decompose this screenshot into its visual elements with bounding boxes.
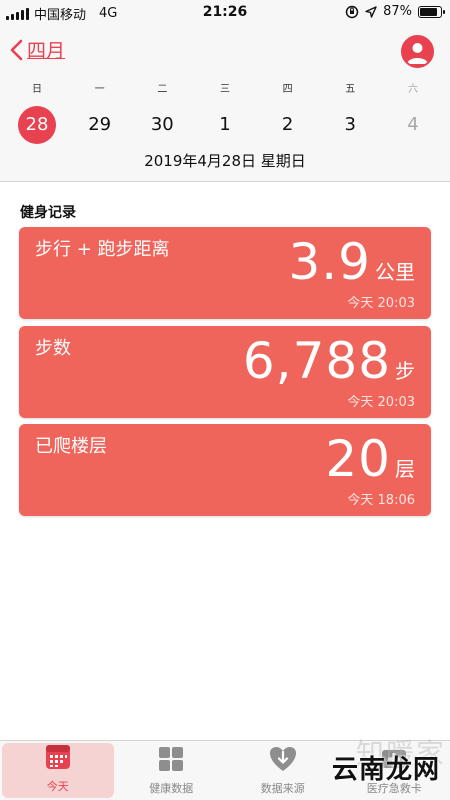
card-value: 6,788 步: [243, 332, 415, 390]
profile-icon: [407, 43, 428, 64]
date-cell[interactable]: 29: [69, 106, 131, 144]
tab-label: 数据来源: [260, 782, 305, 795]
battery-percent: 87%: [383, 4, 412, 19]
date-number: 29: [88, 114, 112, 135]
tab-health-data[interactable]: 健康数据: [116, 741, 228, 800]
download-heart-icon: [268, 744, 298, 774]
tab-label: 今天: [46, 780, 69, 793]
calendar-icon: [43, 742, 73, 772]
card-timestamp: 今天 18:06: [347, 493, 415, 508]
card-value-number: 20: [325, 430, 391, 488]
card-title: 步行 + 跑步距离: [35, 239, 170, 260]
date-number: 3: [344, 114, 356, 135]
calendar-header: 四月 日 一 二 三 四 五 六 28 29 30 1 2 3 4 2019年4…: [0, 26, 450, 182]
card-title: 步数: [35, 338, 71, 359]
full-date-label: 2019年4月28日 星期日: [144, 152, 306, 170]
card-value-unit: 公里: [375, 260, 415, 284]
distance-card[interactable]: 步行 + 跑步距离 3.9 公里 今天 20:03: [19, 227, 431, 319]
card-value: 20 层: [325, 430, 415, 488]
date-number: 28: [25, 114, 49, 135]
floors-card[interactable]: 已爬楼层 20 层 今天 18:06: [19, 424, 431, 516]
weekday-label: 日: [32, 84, 42, 95]
battery-icon: [418, 5, 445, 18]
status-right: 87%: [345, 4, 445, 19]
date-row: 28 29 30 1 2 3 4: [0, 106, 450, 144]
orientation-lock-icon: [345, 5, 359, 18]
weekday-row: 日 一 二 三 四 五 六: [0, 80, 450, 95]
location-icon: [365, 5, 377, 18]
watermark-text: 云南龙网: [331, 755, 440, 785]
date-number: 1: [219, 114, 231, 135]
section-title: 健身记录: [20, 205, 76, 221]
profile-button[interactable]: [401, 35, 434, 68]
card-value-number: 3.9: [288, 233, 371, 291]
tab-today[interactable]: 今天: [2, 743, 114, 798]
weekday-label: 三: [219, 84, 230, 95]
weekday-label: 二: [157, 84, 168, 95]
chevron-left-icon: [10, 39, 23, 60]
card-timestamp: 今天 20:03: [347, 296, 415, 311]
card-value: 3.9 公里: [288, 233, 415, 291]
card-timestamp: 今天 20:03: [347, 395, 415, 410]
date-cell[interactable]: 1: [194, 106, 256, 144]
date-number: 4: [407, 114, 419, 135]
weekday-label: 一: [94, 84, 105, 95]
date-cell[interactable]: 3: [319, 106, 381, 144]
date-number: 2: [281, 114, 294, 135]
date-cell[interactable]: 30: [131, 106, 193, 144]
weekday-label: 四: [282, 84, 293, 95]
date-cell-selected[interactable]: 28: [6, 106, 68, 144]
tab-label: 健康数据: [149, 782, 194, 795]
battery-level: [420, 7, 438, 16]
card-value-number: 6,788: [242, 332, 391, 390]
tab-sources[interactable]: 数据来源: [227, 741, 339, 800]
date-cell[interactable]: 2: [257, 106, 319, 144]
back-button[interactable]: 四月: [10, 36, 65, 63]
card-title: 已爬楼层: [35, 436, 107, 457]
card-value-unit: 层: [395, 457, 415, 481]
watermark: 云南龙网: [332, 749, 440, 786]
grid-icon: [156, 744, 186, 774]
back-month-label: 四月: [27, 40, 66, 62]
date-cell-future: 4: [382, 106, 444, 144]
steps-card[interactable]: 步数 6,788 步 今天 20:03: [19, 326, 431, 418]
status-bar: 中国移动 4G 21:26 87%: [0, 0, 450, 26]
weekday-label: 六: [407, 84, 418, 95]
weekday-label: 五: [345, 84, 356, 95]
date-number: 30: [150, 114, 174, 135]
card-value-unit: 步: [395, 359, 415, 383]
